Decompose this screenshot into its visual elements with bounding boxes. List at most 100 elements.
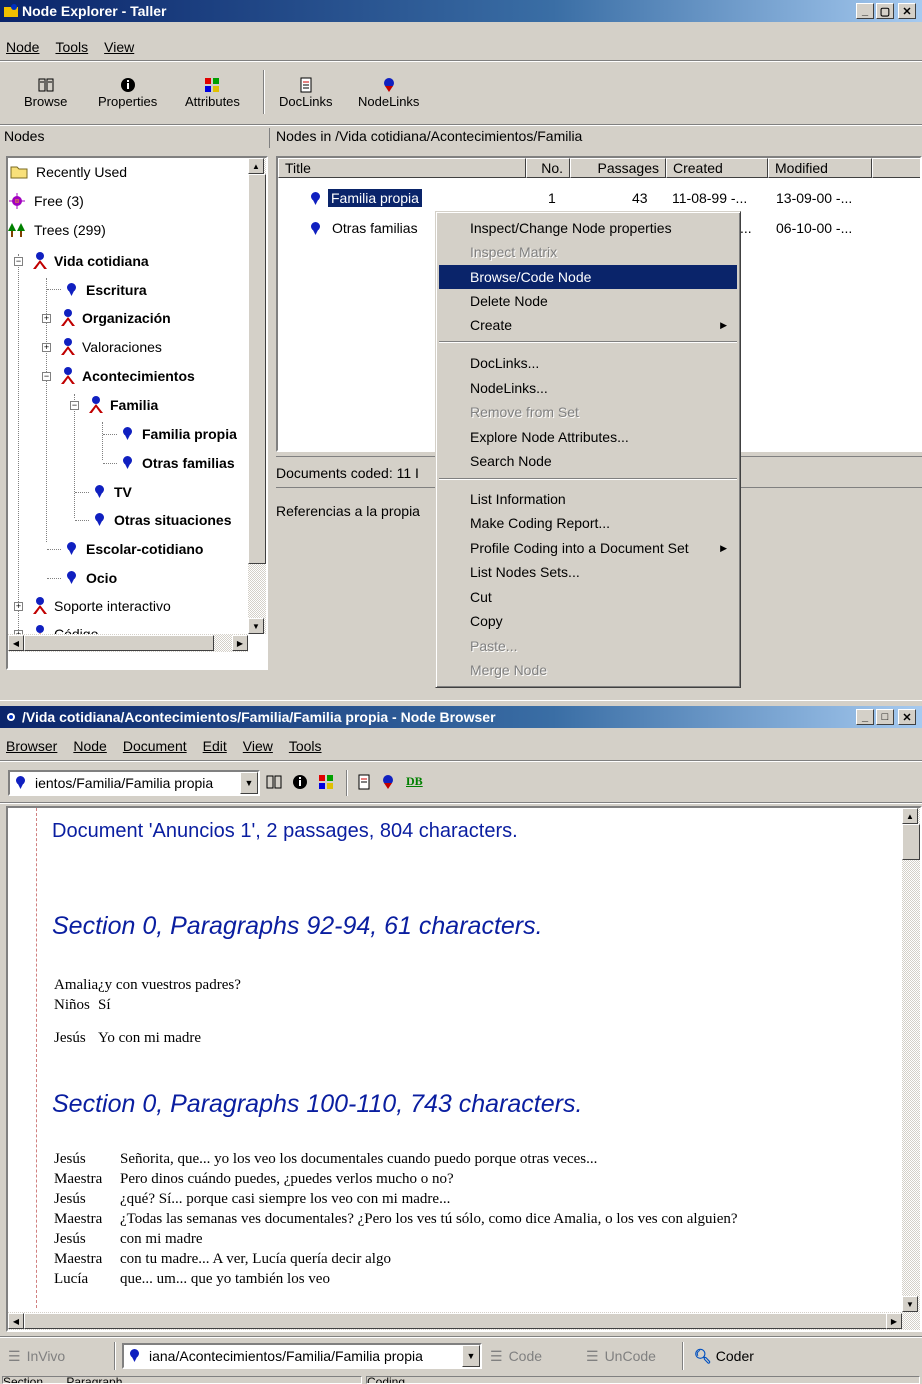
collapse-icon[interactable]: −	[14, 257, 23, 266]
scroll-up-icon[interactable]: ▲	[902, 808, 918, 824]
document-vscroll-thumb[interactable]	[902, 824, 920, 860]
tree-hscroll-thumb[interactable]	[24, 635, 214, 651]
menu-list-node-sets[interactable]: List Nodes Sets...	[439, 560, 737, 584]
expand-icon[interactable]: +	[42, 314, 51, 323]
menu-document[interactable]: Document	[123, 738, 187, 754]
menu-tools[interactable]: Tools	[289, 738, 322, 754]
menu-list-information[interactable]: List Information	[439, 487, 737, 511]
attributes-grid-icon[interactable]	[318, 774, 336, 792]
tree-item-acontecimientos[interactable]: Acontecimientos	[60, 365, 195, 387]
tree-item-escritura[interactable]: Escritura	[64, 279, 147, 301]
menu-inspect-change[interactable]: Inspect/Change Node properties	[439, 216, 737, 240]
menu-create[interactable]: Create ▶	[439, 313, 737, 337]
tree-item-recently-used[interactable]: Recently Used	[10, 161, 127, 183]
context-menu: Inspect/Change Node properties Inspect M…	[435, 211, 741, 688]
menu-copy[interactable]: Copy	[439, 609, 737, 633]
node-combo-value: ientos/Familia/Familia propia	[35, 775, 214, 791]
restore-icon[interactable]: ▢	[876, 3, 894, 19]
menu-view[interactable]: View	[104, 39, 134, 55]
explorer-titlebar[interactable]: Node Explorer - Taller	[0, 0, 922, 22]
column-title[interactable]: Title	[278, 158, 526, 178]
close-icon[interactable]: ✕	[898, 709, 916, 725]
doclinks-button[interactable]: DocLinks	[279, 76, 332, 109]
menu-node[interactable]: Node	[6, 39, 39, 55]
book-icon[interactable]	[266, 774, 284, 792]
tree-item-organizacion[interactable]: Organización	[60, 307, 171, 329]
tree-item-vida-cotidiana[interactable]: Vida cotidiana	[32, 250, 149, 272]
db-button[interactable]: DB	[406, 774, 423, 789]
tree-item-otras-situaciones[interactable]: Otras situaciones	[92, 509, 232, 531]
menu-cut[interactable]: Cut	[439, 585, 737, 609]
tree-item-soporte-interactivo[interactable]: Soporte interactivo	[32, 595, 171, 617]
collapse-icon[interactable]: −	[70, 401, 79, 410]
document-hscroll-thumb[interactable]	[24, 1313, 900, 1329]
tree-item-familia-propia[interactable]: Familia propia	[120, 423, 237, 445]
node-combo[interactable]: ientos/Familia/Familia propia ▼	[8, 770, 260, 796]
column-no[interactable]: No.	[526, 158, 570, 178]
minimize-icon[interactable]: _	[856, 3, 874, 19]
table-row[interactable]: Familia propia 1 43 11-08-99 -... 13-09-…	[278, 188, 918, 210]
attributes-button[interactable]: Attributes	[185, 76, 240, 109]
nodelinks-button[interactable]: NodeLinks	[358, 76, 419, 109]
maximize-icon[interactable]: □	[876, 709, 894, 725]
document-vscroll-track[interactable]	[902, 808, 920, 1312]
expand-icon[interactable]: +	[42, 343, 51, 352]
browser-titlebar[interactable]: /Vida cotidiana/Acontecimientos/Familia/…	[0, 706, 922, 728]
column-passages[interactable]: Passages	[570, 158, 666, 178]
scroll-left-icon[interactable]: ◀	[8, 635, 24, 651]
scroll-down-icon[interactable]: ▼	[248, 618, 264, 634]
node-pin-icon[interactable]	[380, 774, 398, 792]
scroll-up-icon[interactable]: ▲	[248, 158, 264, 174]
node-tree[interactable]: Recently Used Free (3) Trees (299) − Vid…	[6, 156, 268, 670]
menu-profile-coding[interactable]: Profile Coding into a Document Set ▶	[439, 536, 737, 560]
collapse-icon[interactable]: −	[42, 372, 51, 381]
scroll-right-icon[interactable]: ▶	[232, 635, 248, 651]
row-created: ...	[740, 220, 752, 236]
tree-item-otras-familias[interactable]: Otras familias	[120, 452, 235, 474]
minimize-icon[interactable]: _	[856, 709, 874, 725]
scroll-right-icon[interactable]: ▶	[886, 1313, 902, 1329]
close-icon[interactable]: ✕	[898, 3, 916, 19]
tree-item-valoraciones[interactable]: Valoraciones	[60, 336, 162, 358]
uncode-button[interactable]: ☰ UnCode	[586, 1346, 656, 1366]
menu-view[interactable]: View	[243, 738, 273, 754]
menu-node[interactable]: Node	[73, 738, 106, 754]
column-extra[interactable]	[872, 158, 920, 178]
code-button[interactable]: ☰ Code	[490, 1346, 542, 1366]
browse-button[interactable]: Browse	[24, 76, 67, 109]
transcript-line: Jesús Señorita, que... yo los veo los doc…	[54, 1151, 597, 1168]
menu-edit[interactable]: Edit	[203, 738, 227, 754]
tree-item-escolar-cotidiano[interactable]: Escolar-cotidiano	[64, 538, 203, 560]
properties-button[interactable]: Properties	[98, 76, 157, 109]
scroll-down-icon[interactable]: ▼	[902, 1296, 918, 1312]
menu-delete-node[interactable]: Delete Node	[439, 289, 737, 313]
tree-item-free[interactable]: Free (3)	[8, 190, 84, 212]
tree-item-tv[interactable]: TV	[92, 481, 132, 503]
coding-node-combo[interactable]: iana/Acontecimientos/Familia/Familia pro…	[122, 1343, 482, 1369]
document-icon[interactable]	[356, 774, 374, 792]
column-created[interactable]: Created	[666, 158, 768, 178]
menu-explore-attributes[interactable]: Explore Node Attributes...	[439, 425, 737, 449]
info-icon[interactable]	[292, 774, 310, 792]
menu-doclinks[interactable]: DocLinks...	[439, 351, 737, 375]
expand-icon[interactable]: +	[14, 602, 23, 611]
document-view[interactable]: Document 'Anuncios 1', 2 passages, 804 c…	[6, 806, 922, 1332]
coder-button[interactable]: 🔍︎ Coder	[694, 1346, 754, 1366]
section-heading: Section 0, Paragraphs 92-94, 61 characte…	[52, 912, 543, 940]
menu-search-node[interactable]: Search Node	[439, 449, 737, 473]
column-modified[interactable]: Modified	[768, 158, 872, 178]
tree-item-trees[interactable]: Trees (299)	[8, 219, 106, 241]
dropdown-arrow-icon[interactable]: ▼	[462, 1345, 480, 1367]
tree-vscroll-thumb[interactable]	[248, 174, 266, 564]
invivo-button[interactable]: ☰ InVivo	[8, 1346, 65, 1366]
coder-magnifier-icon: 🔍︎	[694, 1347, 712, 1364]
scroll-left-icon[interactable]: ◀	[8, 1313, 24, 1329]
menu-nodelinks[interactable]: NodeLinks...	[439, 376, 737, 400]
menu-make-coding-report[interactable]: Make Coding Report...	[439, 511, 737, 535]
dropdown-arrow-icon[interactable]: ▼	[240, 772, 258, 794]
menu-browser[interactable]: Browser	[6, 738, 57, 754]
tree-item-familia[interactable]: Familia	[88, 394, 158, 416]
tree-item-ocio[interactable]: Ocio	[64, 567, 117, 589]
menu-browse-code[interactable]: Browse/Code Node	[439, 265, 737, 289]
menu-tools[interactable]: Tools	[55, 39, 88, 55]
